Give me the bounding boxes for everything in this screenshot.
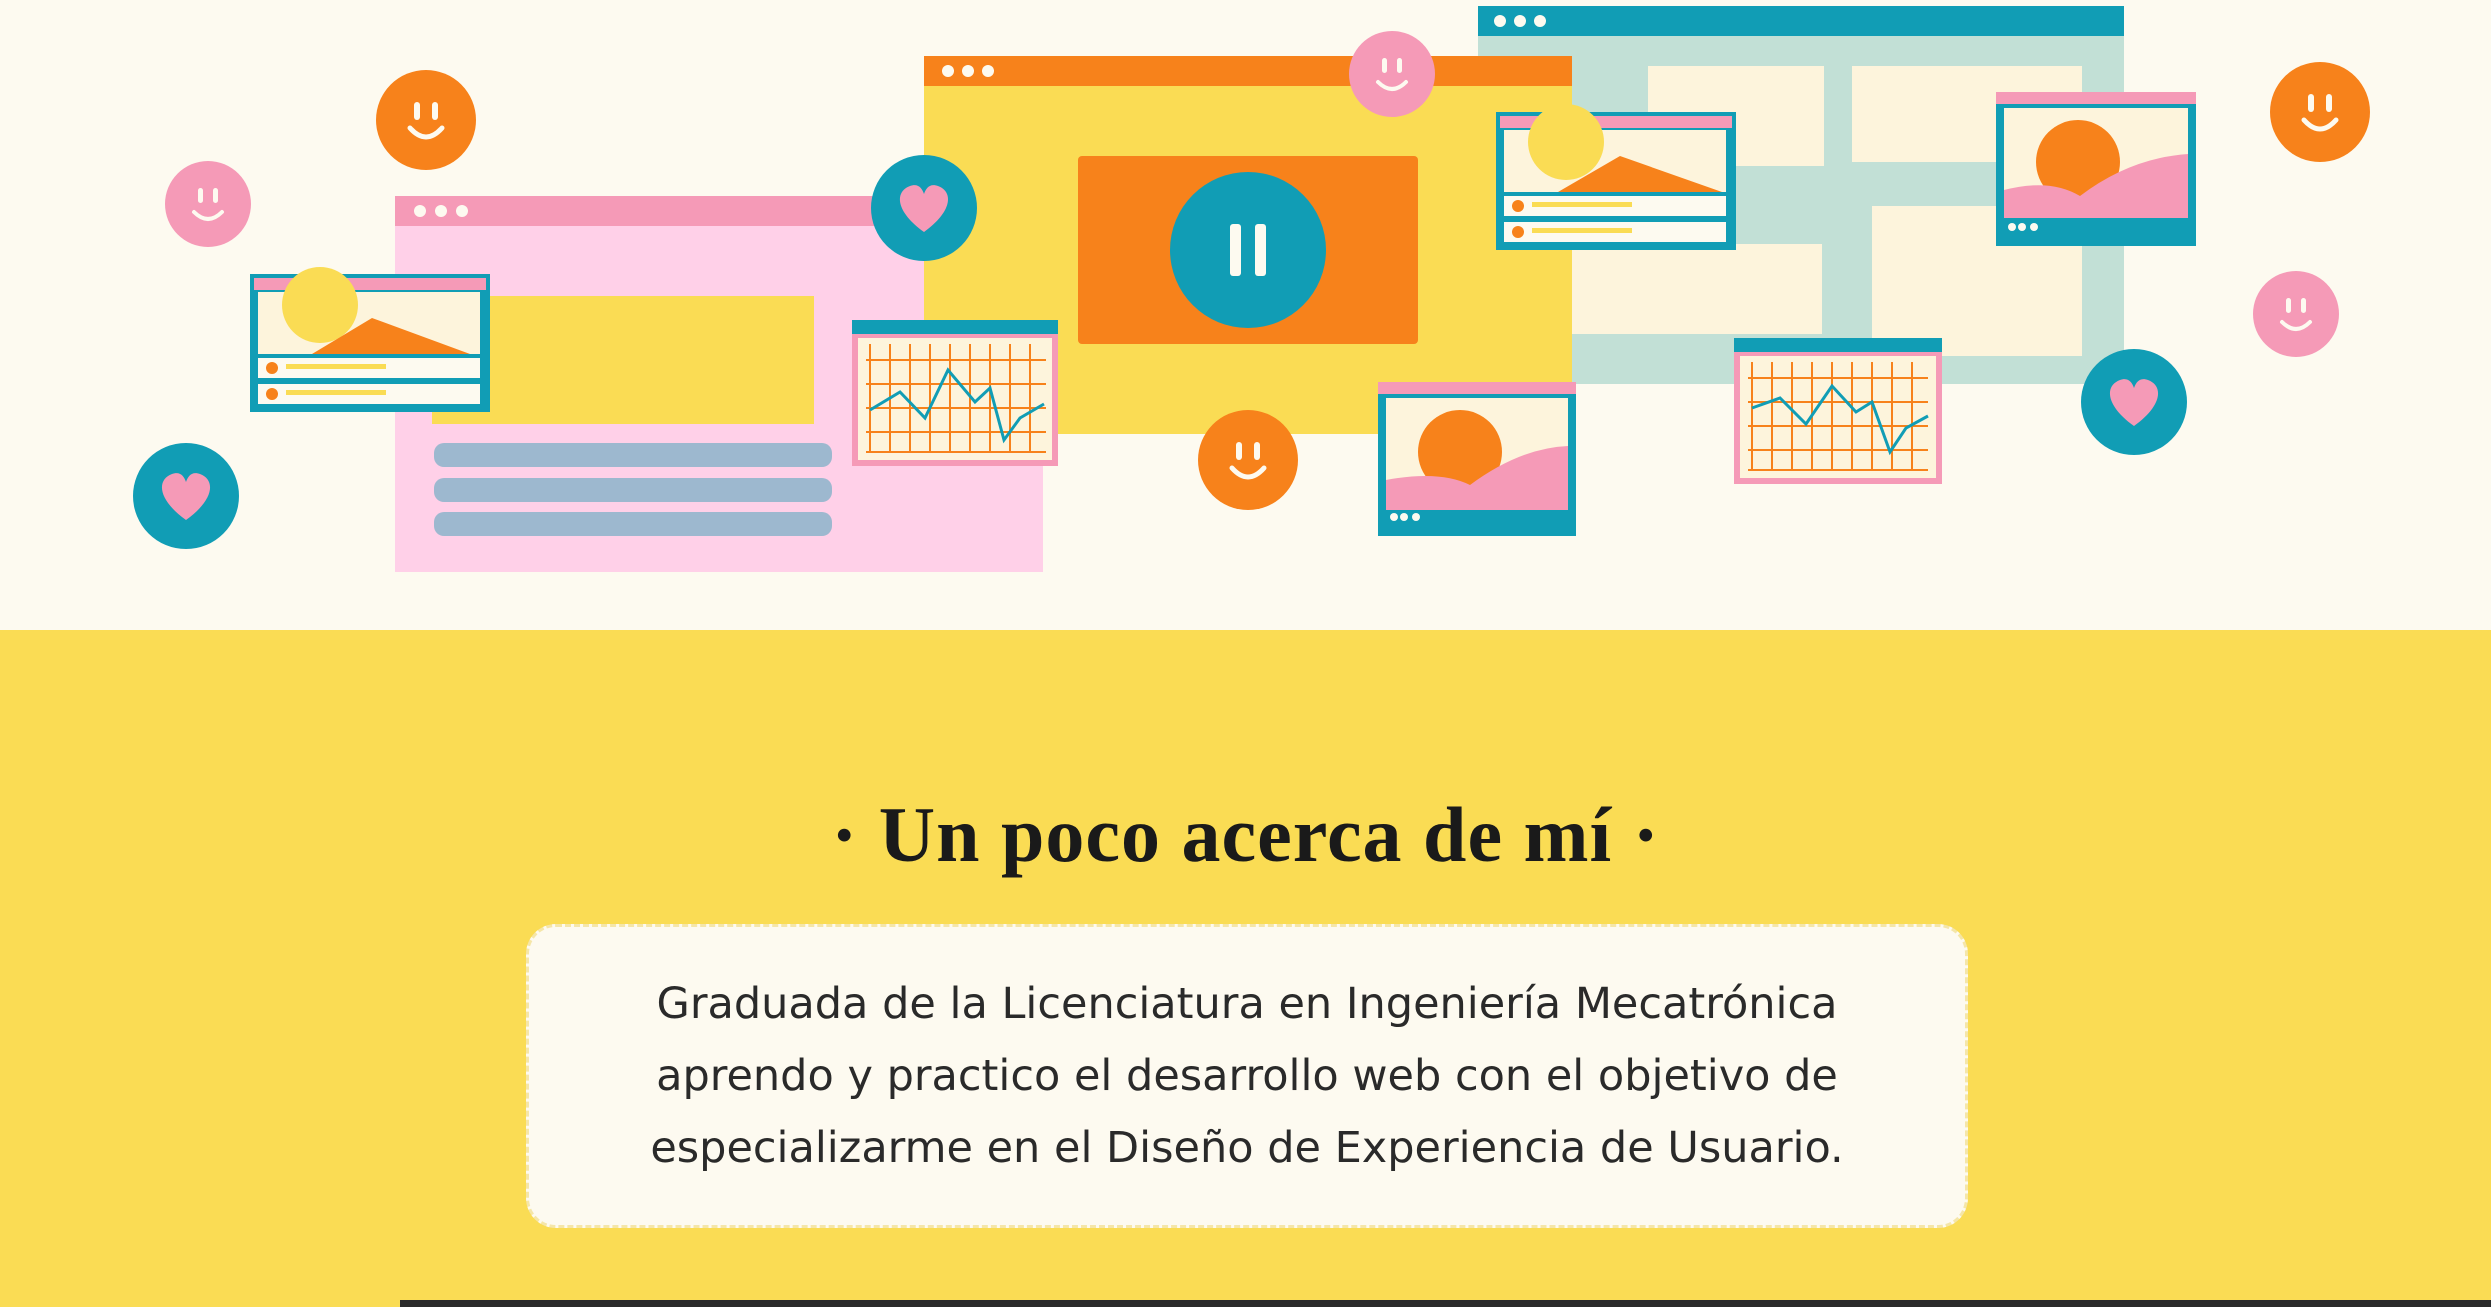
smiley-icon-pink-3 bbox=[2253, 271, 2339, 357]
pause-icon bbox=[1170, 172, 1326, 328]
heart-icon-3 bbox=[2081, 349, 2187, 455]
hero-illustration bbox=[0, 0, 2491, 630]
web-design-illustration bbox=[133, 6, 2370, 572]
chart-window-right bbox=[1734, 338, 1942, 484]
smiley-icon-orange-2 bbox=[1198, 410, 1298, 510]
sunset-card-bottom bbox=[1378, 382, 1576, 536]
photo-post-card-left bbox=[250, 267, 490, 412]
divider bbox=[400, 1300, 2491, 1307]
smiley-icon-pink-2 bbox=[1349, 31, 1435, 117]
smiley-icon-orange-1 bbox=[376, 70, 476, 170]
smiley-icon-pink-1 bbox=[165, 161, 251, 247]
chart-window-left bbox=[852, 320, 1058, 466]
about-title: · Un poco acerca de mí · bbox=[831, 790, 1660, 878]
heart-icon-1 bbox=[871, 155, 977, 261]
about-text: Graduada de la Licenciatura en Ingenierí… bbox=[650, 979, 1844, 1173]
sunset-card-right bbox=[1996, 92, 2196, 246]
about-section: · Un poco acerca de mí · Graduada de la … bbox=[0, 630, 2491, 1307]
heart-icon-2 bbox=[133, 443, 239, 549]
smiley-icon-orange-3 bbox=[2270, 62, 2370, 162]
photo-post-card-center bbox=[1496, 104, 1736, 250]
about-card: Graduada de la Licenciatura en Ingenierí… bbox=[526, 924, 1968, 1228]
